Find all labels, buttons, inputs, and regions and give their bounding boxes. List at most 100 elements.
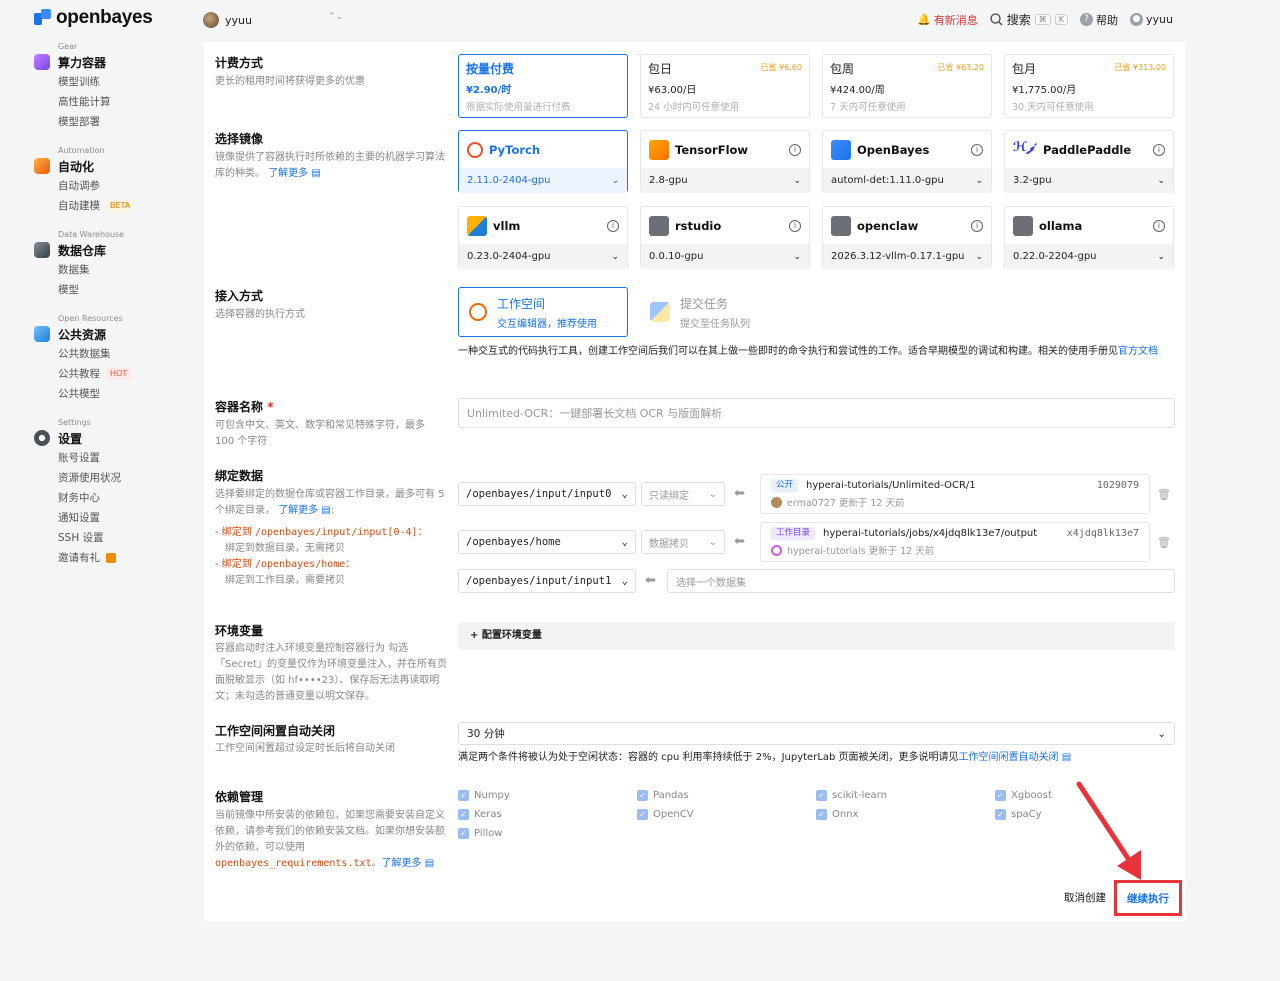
sidebar-item-automation[interactable]: 自动化 — [34, 156, 194, 176]
info-icon[interactable]: i — [971, 219, 983, 232]
idle-docs-link[interactable]: 工作空间闲置自动关闭 ▤ — [959, 752, 1072, 763]
container-name-input[interactable]: Unlimited-OCR：一键部署长文档 OCR 与版面解析 — [458, 398, 1175, 428]
billing-option-monthly[interactable]: 包月 ¥1,775.00/月 30 天内可任意使用 已省 ¥313.00 — [1004, 54, 1174, 118]
bind-path-select[interactable]: /openbayes/input/input1 ⌄ — [458, 569, 636, 593]
sidebar-item-public-datasets[interactable]: 公共数据集 — [58, 344, 194, 364]
image-card-tensorflow[interactable]: TensorFlow i 2.8-gpu ⌄ — [640, 130, 810, 193]
info-icon[interactable]: i — [789, 219, 801, 232]
sidebar-item-notifications[interactable]: 通知设置 — [58, 508, 194, 528]
image-version-select[interactable]: automl-det:1.11.0-gpu ⌄ — [823, 168, 991, 193]
image-version-select[interactable]: 2.8-gpu ⌄ — [641, 168, 809, 193]
access-option-task[interactable]: 提交任务 提交至任务队列 — [640, 287, 810, 337]
image-card-pytorch[interactable]: PyTorch 2.11.0-2404-gpu ⌄ — [458, 130, 628, 193]
dep-checkbox[interactable]: ✓ Onnx — [816, 809, 858, 820]
dep-checkbox[interactable]: ✓ Numpy — [458, 790, 510, 801]
idle-timeout-value: 30 分钟 — [467, 728, 505, 740]
search-label: 搜索 — [1006, 13, 1031, 27]
dataset-picker[interactable]: 选择一个数据集 — [667, 569, 1175, 593]
sidebar-item-autotune[interactable]: 自动调参 — [58, 176, 194, 196]
chevron-down-icon: ⌄ — [611, 251, 619, 262]
sidebar-item-warehouse[interactable]: 数据仓库 — [34, 240, 194, 260]
image-version-select[interactable]: 2026.3.12-vllm-0.17.1-gpu ⌄ — [823, 244, 991, 269]
continue-button[interactable]: 继续执行 — [1114, 880, 1182, 916]
sidebar-item-automl[interactable]: 自动建模 BETA — [58, 196, 194, 216]
sidebar-item-models[interactable]: 模型 — [58, 280, 194, 300]
image-card-ollama[interactable]: ollama i 0.22.0-2204-gpu ⌄ — [1004, 206, 1174, 269]
sidebar-item-public[interactable]: 公共资源 — [34, 324, 194, 344]
dep-checkbox[interactable]: ✓ spaCy — [995, 809, 1042, 820]
trash-icon[interactable]: 🗑 — [1157, 536, 1171, 549]
bind-mode-select[interactable]: 只读绑定 ⌄ — [641, 482, 725, 506]
sidebar-item-public-models[interactable]: 公共模型 — [58, 384, 194, 404]
sidebar-item-training[interactable]: 模型训练 — [58, 72, 194, 92]
image-card-openbayes[interactable]: OpenBayes i automl-det:1.11.0-gpu ⌄ — [822, 130, 992, 193]
image-card-openclaw[interactable]: openclaw i 2026.3.12-vllm-0.17.1-gpu ⌄ — [822, 206, 992, 269]
image-card-vllm[interactable]: vllm i 0.23.0-2404-gpu ⌄ — [458, 206, 628, 269]
dataset-meta: erma0727 更新于 12 天前 — [787, 498, 905, 509]
cancel-button[interactable]: 取消创建 — [1064, 890, 1106, 905]
billing-option-hourly[interactable]: 按量付费 ¥2.90/时 根据实际使用量进行付费 — [458, 54, 628, 118]
team-switcher[interactable]: yyuu ⌃⌄ — [203, 10, 343, 30]
notification-link[interactable]: 🔔 有新消息 — [917, 12, 978, 28]
dep-checkbox[interactable]: ✓ Pillow — [458, 828, 502, 839]
bind-path-select[interactable]: /openbayes/input/input0 ⌄ — [458, 482, 636, 506]
dep-checkbox[interactable]: ✓ Pandas — [637, 790, 689, 801]
bind-mode-select[interactable]: 数据拷贝 ⌄ — [641, 530, 725, 554]
dep-checkbox[interactable]: ✓ scikit-learn — [816, 790, 887, 801]
docs-link[interactable]: 官方文档 — [1118, 346, 1158, 357]
shortcut-key: K — [1054, 14, 1068, 25]
info-icon[interactable]: i — [789, 143, 801, 156]
sidebar-item-finance[interactable]: 财务中心 — [58, 488, 194, 508]
image-version-select[interactable]: 0.0.10-gpu ⌄ — [641, 244, 809, 269]
billing-option-weekly[interactable]: 包周 ¥424.00/周 7 天内可任意使用 已省 ¥63.20 — [822, 54, 992, 118]
image-version-select[interactable]: 0.23.0-2404-gpu ⌄ — [459, 244, 627, 269]
billing-option-daily[interactable]: 包日 ¥63.00/日 24 小时内可任意使用 已省 ¥6.60 — [640, 54, 810, 118]
account-menu[interactable]: ● yyuu — [1129, 13, 1173, 26]
image-card-paddlepaddle[interactable]: ℋ𝒿 PaddlePaddle i 3.2-gpu ⌄ — [1004, 130, 1174, 193]
container-name-placeholder: Unlimited-OCR：一键部署长文档 OCR 与版面解析 — [467, 407, 723, 420]
search-button[interactable]: 搜索 ⌘ K — [990, 11, 1068, 28]
configure-env-button[interactable]: + 配置环境变量 — [458, 622, 1175, 650]
bind-path-select[interactable]: /openbayes/home ⌄ — [458, 530, 636, 554]
dep-checkbox[interactable]: ✓ OpenCV — [637, 809, 694, 820]
check-icon: ✓ — [637, 809, 648, 820]
info-icon[interactable]: i — [1153, 143, 1165, 156]
name-title: 容器名称 * — [215, 398, 273, 415]
sidebar-item-datasets[interactable]: 数据集 — [58, 260, 194, 280]
info-icon[interactable]: i — [607, 219, 619, 232]
image-card-name: PaddlePaddle — [1043, 142, 1132, 157]
info-icon[interactable]: i — [1153, 219, 1165, 232]
image-version-select[interactable]: 2.11.0-2404-gpu ⌄ — [459, 168, 627, 193]
trash-icon[interactable]: 🗑 — [1157, 488, 1171, 501]
image-card-rstudio[interactable]: rstudio i 0.0.10-gpu ⌄ — [640, 206, 810, 269]
workspace-icon — [469, 303, 487, 321]
sidebar-item-compute[interactable]: 算力容器 — [34, 52, 194, 72]
image-version-select[interactable]: 3.2-gpu ⌄ — [1005, 168, 1173, 193]
name-desc: 可包含中文、英文、数字和常见特殊字符，最多 100 个字符 — [215, 420, 425, 447]
image-learn-more-link[interactable]: 了解更多 ▤ — [268, 168, 321, 179]
bound-dataset-card[interactable]: 公开 hyperai-tutorials/Unlimited-OCR/1 1029… — [760, 474, 1150, 514]
sidebar-item-settings[interactable]: 设置 — [34, 428, 194, 448]
bind-learn-more-link[interactable]: 了解更多 ▤ — [278, 505, 331, 516]
dep-checkbox[interactable]: ✓ Xgboost — [995, 790, 1052, 801]
access-option-workspace[interactable]: 工作空间 交互编辑器，推荐使用 — [458, 287, 628, 337]
sidebar-item-usage[interactable]: 资源使用状况 — [58, 468, 194, 488]
billing-option-desc: 30 天内可任意使用 — [1012, 102, 1094, 113]
dep-checkbox[interactable]: ✓ Keras — [458, 809, 502, 820]
brand-logo[interactable]: openbayes — [34, 7, 153, 29]
chevron-down-icon: ⌄ — [1157, 727, 1166, 740]
idle-timeout-select[interactable]: 30 分钟 ⌄ — [458, 722, 1175, 745]
bound-workdir-card[interactable]: 工作目录 hyperai-tutorials/jobs/x4jdq8lk13e7/… — [760, 522, 1150, 562]
dep-label: Keras — [474, 809, 502, 820]
sidebar-item-account[interactable]: 账号设置 — [58, 448, 194, 468]
help-link[interactable]: ? 帮助 — [1079, 12, 1118, 28]
sidebar-item-invite[interactable]: 邀请有礼 — [58, 548, 194, 568]
dataset-hash: x4jdq8lk13e7 — [1066, 528, 1139, 539]
deps-learn-more-link[interactable]: 了解更多 ▤ — [382, 858, 435, 869]
sidebar-item-ssh[interactable]: SSH 设置 — [58, 528, 194, 548]
image-version-select[interactable]: 0.22.0-2204-gpu ⌄ — [1005, 244, 1173, 269]
info-icon[interactable]: i — [971, 143, 983, 156]
sidebar-item-public-tutorials[interactable]: 公共教程 HOT — [58, 364, 194, 384]
sidebar-item-hpc[interactable]: 高性能计算 — [58, 92, 194, 112]
sidebar-item-deploy[interactable]: 模型部署 — [58, 112, 194, 132]
